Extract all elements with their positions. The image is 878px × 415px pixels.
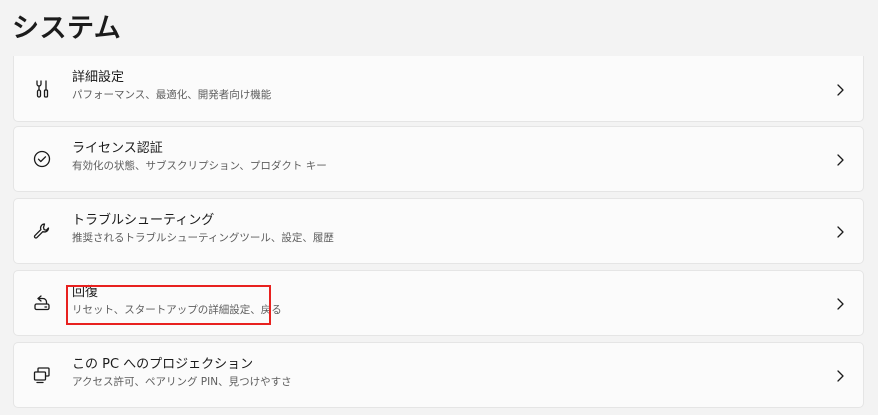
settings-item-projection[interactable]: この PC へのプロジェクション アクセス許可、ペアリング PIN、見つけやすさ	[13, 342, 864, 408]
chevron-right-icon	[835, 368, 845, 382]
recovery-icon	[32, 293, 52, 313]
page-title: システム	[12, 13, 122, 44]
check-circle-icon	[32, 149, 52, 169]
settings-item-subtitle: 有効化の状態、サブスクリプション、プロダクト キー	[72, 160, 327, 172]
settings-item-troubleshoot[interactable]: トラブルシューティング 推奨されるトラブルシューティングツール、設定、履歴	[13, 198, 864, 264]
wrench-icon	[32, 221, 52, 241]
settings-item-title: 回復	[72, 285, 99, 300]
settings-item-activation[interactable]: ライセンス認証 有効化の状態、サブスクリプション、プロダクト キー	[13, 126, 864, 192]
settings-item-subtitle: パフォーマンス、最適化、開発者向け機能	[72, 89, 272, 101]
settings-item-title: ライセンス認証	[72, 141, 163, 156]
settings-item-advanced[interactable]: 詳細設定 パフォーマンス、最適化、開発者向け機能	[13, 56, 864, 122]
chevron-right-icon	[835, 82, 845, 96]
settings-item-subtitle: リセット、スタートアップの詳細設定、戻る	[72, 304, 282, 316]
settings-item-title: トラブルシューティング	[72, 213, 215, 228]
settings-item-title: 詳細設定	[72, 70, 125, 85]
settings-item-recovery[interactable]: 回復 リセット、スタートアップの詳細設定、戻る	[13, 270, 864, 336]
chevron-right-icon	[835, 296, 845, 310]
projection-icon	[32, 365, 52, 385]
chevron-right-icon	[835, 152, 845, 166]
chevron-right-icon	[835, 224, 845, 238]
settings-item-subtitle: アクセス許可、ペアリング PIN、見つけやすさ	[72, 376, 292, 388]
tools-icon	[32, 79, 52, 99]
settings-item-subtitle: 推奨されるトラブルシューティングツール、設定、履歴	[72, 232, 334, 244]
settings-page: システム 詳細設定 パフォーマンス、最適化、開発者向け機能 ライセンス認証 有効…	[0, 0, 878, 415]
settings-item-title: この PC へのプロジェクション	[72, 357, 254, 372]
